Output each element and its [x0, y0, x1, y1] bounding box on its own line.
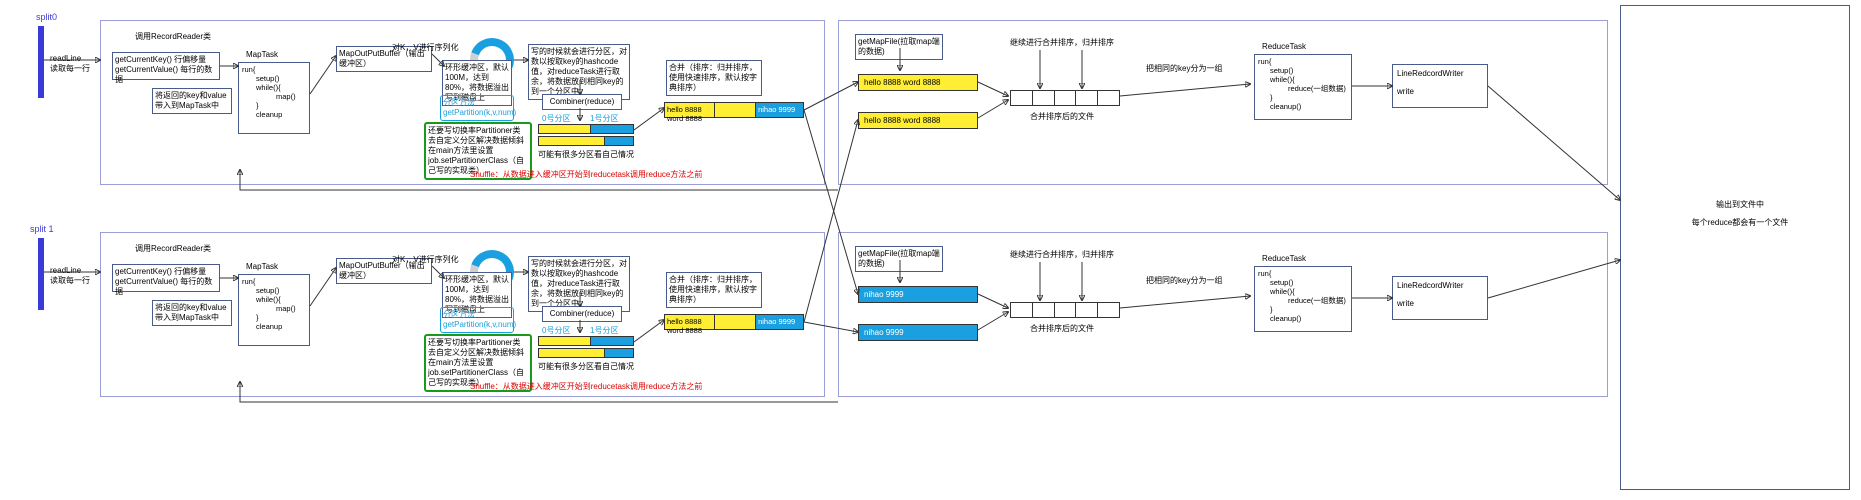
mt0-code: run{ setup() while(){ map() } cleanup — [242, 65, 296, 119]
strip1-b — [538, 348, 634, 358]
mt1-code: run{ setup() while(){ map() } cleanup — [242, 277, 296, 331]
split0-readline: readLine 读取每一行 — [50, 54, 90, 74]
rr0-val: getCurrentValue() 每行的数据 — [115, 65, 217, 85]
rt0-code: run{ setup() while(){ reduce(一组数据) } cle… — [1258, 57, 1346, 111]
lw1-box: LineRedcordWriter write — [1392, 276, 1488, 320]
part0-title: 分区方法 — [443, 98, 511, 108]
rt0-cleanup: cleanup() — [1258, 102, 1346, 111]
ms0-rowA: hello 8888 word 8888 nihao 9999 — [664, 102, 804, 118]
rt0-title: ReduceTask — [1262, 42, 1306, 52]
ms1-rowA: hello 8888 word 8888 nihao 9999 — [664, 314, 804, 330]
split1-label: split 1 — [30, 224, 54, 234]
gf1-b1: nihao 9999 — [858, 286, 978, 303]
part0-box: 分区方法 getPartition(k,v,num) — [440, 95, 514, 121]
split1-readline-1: readLine — [50, 266, 90, 276]
split0-readline-2: 读取每一行 — [50, 64, 90, 74]
gf0-seg — [1010, 90, 1120, 106]
ms0-r1: hello 8888 word 8888 — [665, 103, 715, 117]
rt1-title: ReduceTask — [1262, 254, 1306, 264]
wp1-box: 写的时候就会进行分区，对数以按取key的hashcode值，对reduceTas… — [528, 256, 630, 312]
output-text: 输出到文件中 每个reduce都会有一个文件 — [1680, 200, 1800, 228]
sh0: Shuffle：从数据进入缓冲区开始到reducetask调用reduce方法之… — [470, 170, 702, 180]
rr0-title: 调用RecordReader类 — [135, 32, 211, 42]
mt0-cleanup: cleanup — [242, 110, 296, 119]
rr1-title: 调用RecordReader类 — [135, 244, 211, 254]
lw0-write: write — [1397, 87, 1483, 97]
gf0-y2: hello 8888 word 8888 — [858, 112, 978, 129]
cb1-box: Combiner(reduce) — [542, 306, 622, 322]
split0-readline-1: readLine — [50, 54, 90, 64]
rr0-box: getCurrentKey() 行偏移量 getCurrentValue() 每… — [112, 52, 220, 80]
sh1: Shuffle：从数据进入缓冲区开始到reducetask调用reduce方法之… — [470, 382, 702, 392]
pl0-a: 0号分区 — [542, 114, 570, 124]
part1-box: 分区方法 getPartition(k,v,num) — [440, 307, 514, 333]
mt0-setup: setup() — [242, 74, 296, 83]
mt1-title: MapTask — [246, 262, 278, 272]
split1-bar — [38, 238, 44, 310]
strip0-a — [538, 124, 634, 134]
buf0-ser: 对K，V进行序列化 — [392, 43, 459, 53]
mt0-close: } — [242, 101, 296, 110]
rr1-pass: 将返回的key和value带入到MapTask中 — [152, 300, 232, 326]
rt0-reduce: reduce(一组数据) — [1258, 84, 1346, 93]
ms0-box: 合并（排序：归并排序，使用快速排序，默认按字典排序） — [666, 60, 762, 96]
lw0-box: LineRedcordWriter write — [1392, 64, 1488, 108]
rr1-box: getCurrentKey() 行偏移量 getCurrentValue() 每… — [112, 264, 220, 292]
gf0-box: getMapFile(拉取map端的数据) — [855, 34, 943, 60]
gf1-seg — [1010, 302, 1120, 318]
split0-bar — [38, 26, 44, 98]
mt0-while: while(){ — [242, 83, 296, 92]
strip0-b — [538, 136, 634, 146]
rr1-key: getCurrentKey() 行偏移量 — [115, 267, 217, 277]
gf0-y1: hello 8888 word 8888 — [858, 74, 978, 91]
rt0-setup: setup() — [1258, 66, 1346, 75]
split1-readline-2: 读取每一行 — [50, 276, 90, 286]
ms0-r2: nihao 9999 — [756, 103, 803, 117]
mt0-title: MapTask — [246, 50, 278, 60]
part0-get: getPartition(k,v,num) — [443, 108, 511, 118]
strip1-a — [538, 336, 634, 346]
mt0-map: map() — [242, 92, 296, 101]
output-line1: 输出到文件中 — [1680, 200, 1800, 210]
rr1-val: getCurrentValue() 每行的数据 — [115, 277, 217, 297]
rr0-key: getCurrentKey() 行偏移量 — [115, 55, 217, 65]
rr0-pass: 将返回的key和value带入到MapTask中 — [152, 88, 232, 114]
wp0-box: 写的时候就会进行分区，对数以按取key的hashcode值，对reduceTas… — [528, 44, 630, 100]
output-line2: 每个reduce都会有一个文件 — [1680, 218, 1800, 228]
rt1-code: run{ setup() while(){ reduce(一组数据) } cle… — [1258, 269, 1346, 323]
mt0-run: run{ — [242, 65, 296, 74]
gf0-group: 把相同的key分为一组 — [1146, 64, 1222, 74]
rt0-close: } — [1258, 93, 1346, 102]
output-box — [1620, 5, 1850, 490]
lw0-title: LineRedcordWriter — [1397, 69, 1483, 79]
row1r-box — [838, 232, 1608, 397]
rt0-run: run{ — [1258, 57, 1346, 66]
row0r-box — [838, 20, 1608, 185]
cb0-box: Combiner(reduce) — [542, 94, 622, 110]
split0-label: split0 — [36, 12, 57, 22]
gf1-box: getMapFile(拉取map端的数据) — [855, 246, 943, 272]
gf1-b2: nihao 9999 — [858, 324, 978, 341]
split1-readline: readLine 读取每一行 — [50, 266, 90, 286]
mf0: 可能有很多分区看自己情况 — [538, 150, 634, 160]
gf0-merge: 继续进行合并排序，归并排序 — [1010, 38, 1114, 48]
buf1-ser: 对K，V进行序列化 — [392, 255, 459, 265]
gf0-segnote: 合并排序后的文件 — [1030, 112, 1094, 122]
ms1-box: 合并（排序：归并排序，使用快速排序，默认按字典排序） — [666, 272, 762, 308]
pl0-b: 1号分区 — [590, 114, 618, 124]
rt0-while: while(){ — [1258, 75, 1346, 84]
